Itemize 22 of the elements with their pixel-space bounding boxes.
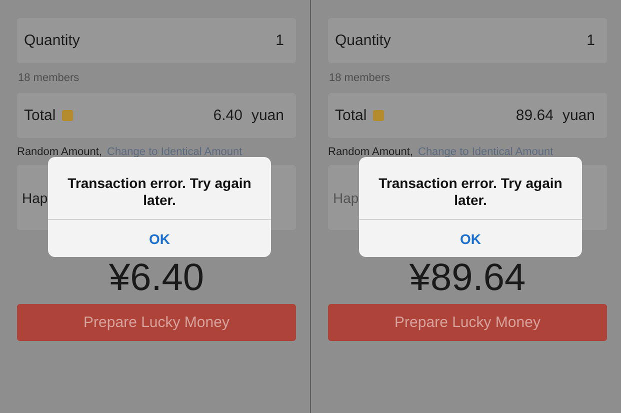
alert-message: Transaction error. Try again later. — [48, 157, 271, 220]
total-value: 89.64 — [516, 107, 554, 124]
alert-message: Transaction error. Try again later. — [359, 157, 582, 220]
members-note: 18 members — [328, 71, 392, 86]
amount-mode: Random Amount, — [17, 146, 102, 158]
amount-display: ¥89.64 — [408, 258, 527, 298]
ok-button[interactable]: OK — [359, 220, 582, 257]
amount-display: ¥6.40 — [108, 258, 206, 298]
prepare-button[interactable]: Prepare Lucky Money — [17, 304, 296, 341]
prepare-button[interactable]: Prepare Lucky Money — [328, 304, 607, 341]
members-note: 18 members — [17, 71, 80, 86]
quantity-label: Quantity — [24, 32, 80, 49]
amount-mode: Random Amount, — [328, 146, 413, 158]
unit-label: yuan — [251, 107, 284, 124]
quantity-label: Quantity — [335, 32, 391, 49]
quantity-value: 1 — [586, 32, 595, 49]
unit-label: yuan — [562, 107, 595, 124]
ok-button[interactable]: OK — [48, 220, 271, 257]
quantity-value: 1 — [276, 32, 284, 49]
total-value: 6.40 — [213, 107, 242, 124]
total-label: Total — [24, 107, 56, 124]
total-label: Total — [335, 107, 367, 124]
